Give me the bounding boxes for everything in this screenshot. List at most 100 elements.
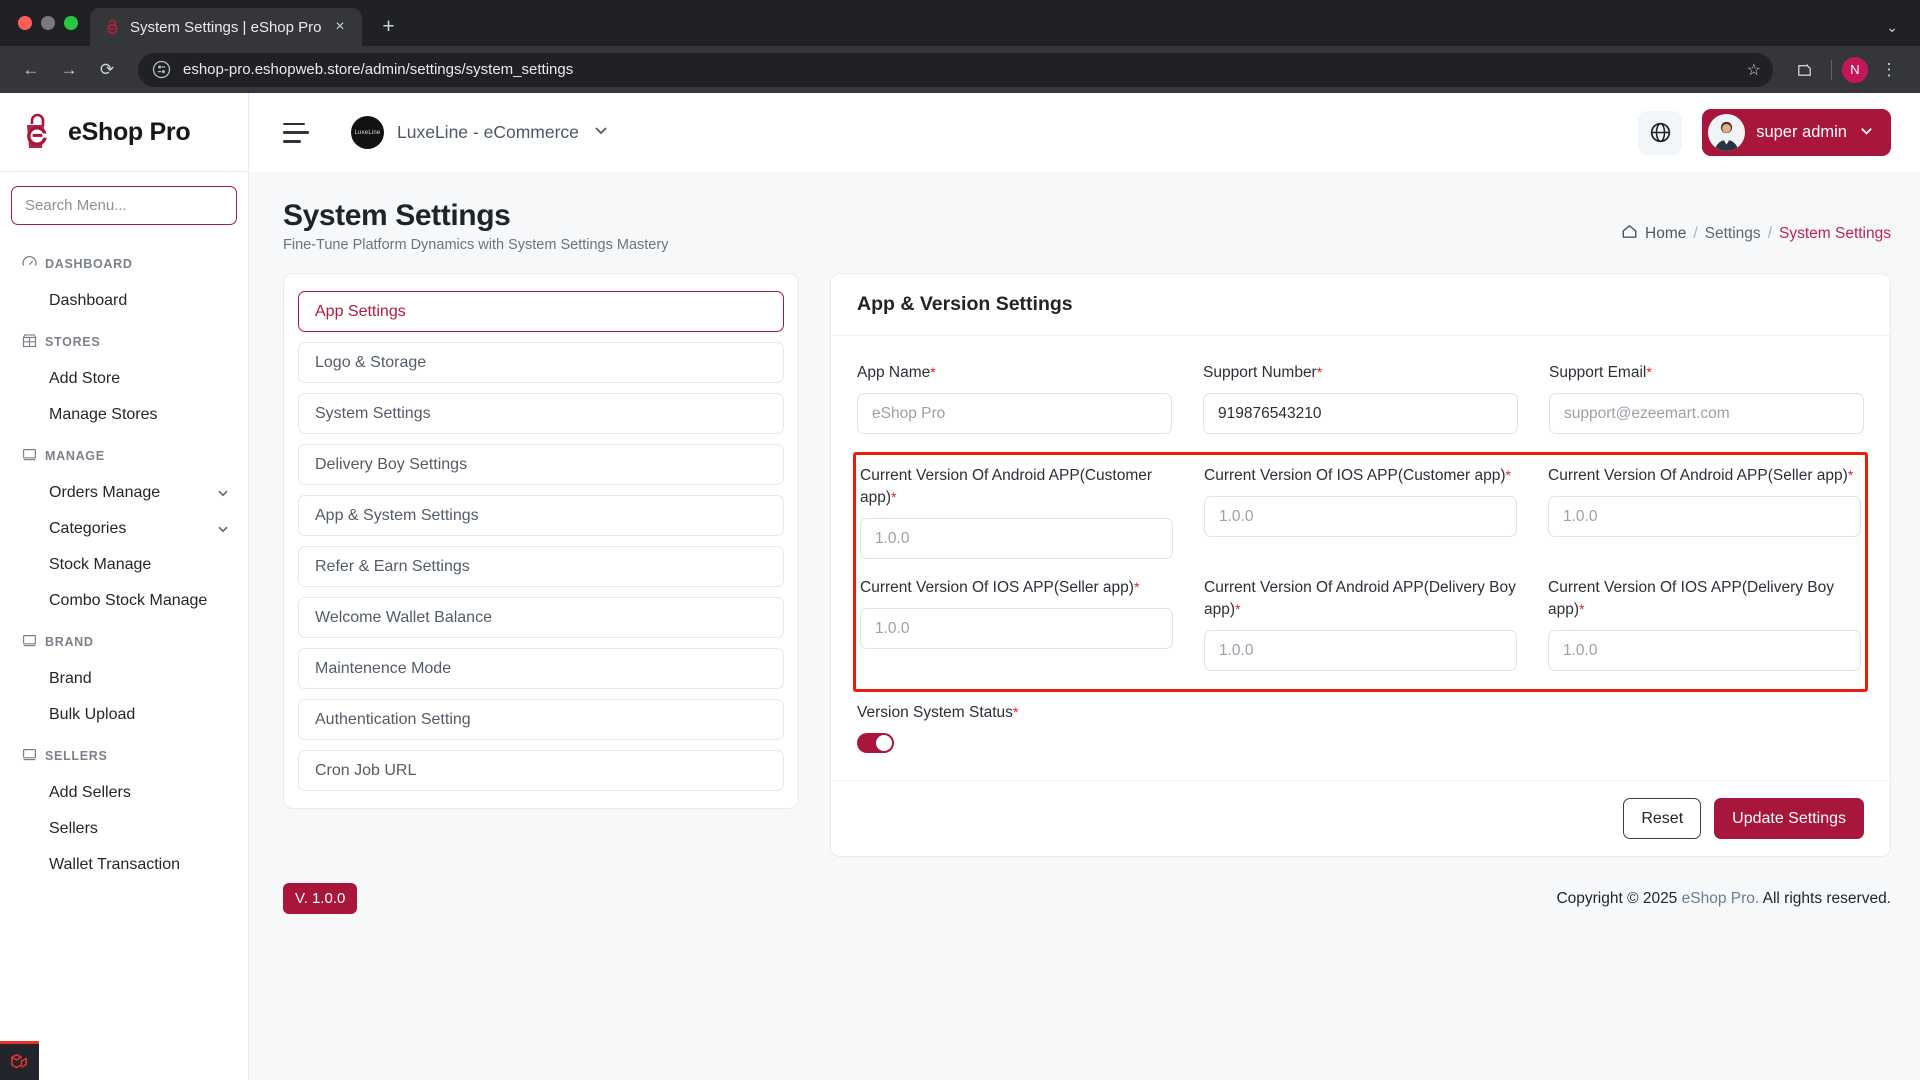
- laravel-debugbar-icon[interactable]: [0, 1041, 39, 1080]
- page-footer: V. 1.0.0 Copyright © 2025 eShop Pro. All…: [249, 857, 1920, 914]
- field-label: Current Version Of IOS APP(Delivery Boy …: [1548, 579, 1834, 618]
- search-input[interactable]: [11, 186, 237, 225]
- browser-tabstrip: System Settings | eShop Pro × + ⌄: [0, 0, 1920, 46]
- sidebar-section-stores: STORES: [0, 319, 248, 361]
- ios-customer-version-input[interactable]: [1204, 496, 1517, 537]
- browser-tab-title: System Settings | eShop Pro: [130, 18, 322, 36]
- sidebar-item-combo-stock-manage[interactable]: Combo Stock Manage: [0, 583, 248, 619]
- brand-header[interactable]: eShop Pro: [0, 93, 248, 172]
- sidebar-item-label: Sellers: [49, 820, 98, 837]
- android-seller-version-input[interactable]: [1548, 496, 1861, 537]
- form-card-title: App & Version Settings: [831, 274, 1890, 336]
- content-area: App Settings Logo & Storage System Setti…: [249, 253, 1920, 857]
- sidebar-toggle-icon[interactable]: [283, 122, 309, 143]
- sidebar-section-sellers: SELLERS: [0, 733, 248, 775]
- close-icon[interactable]: ×: [331, 18, 350, 37]
- tab-label: Maintenence Mode: [315, 659, 452, 677]
- required-mark: *: [1579, 601, 1585, 617]
- ios-seller-version-input[interactable]: [860, 608, 1173, 649]
- sidebar-item-add-store[interactable]: Add Store: [0, 361, 248, 397]
- sidebar-item-add-sellers[interactable]: Add Sellers: [0, 775, 248, 811]
- breadcrumb-separator: /: [1767, 225, 1772, 242]
- browser-menu-icon[interactable]: ⋮: [1872, 53, 1906, 87]
- sidebar-item-label: Manage Stores: [49, 406, 158, 423]
- copyright-link[interactable]: eShop Pro.: [1682, 890, 1760, 907]
- language-globe-icon[interactable]: [1638, 110, 1683, 155]
- maximize-window-button[interactable]: [64, 16, 78, 30]
- copyright-text: Copyright © 2025 eShop Pro. All rights r…: [1556, 890, 1891, 908]
- update-settings-button[interactable]: Update Settings: [1714, 798, 1864, 839]
- field-ios-delivery-version: Current Version Of IOS APP(Delivery Boy …: [1548, 577, 1861, 671]
- sidebar-item-label: Dashboard: [49, 292, 128, 309]
- sidebar-item-sellers[interactable]: Sellers: [0, 811, 248, 847]
- address-bar[interactable]: eshop-pro.eshopweb.store/admin/settings/…: [138, 52, 1773, 87]
- android-delivery-version-input[interactable]: [1204, 630, 1517, 671]
- extensions-icon[interactable]: [1787, 53, 1821, 87]
- sidebar-item-stock-manage[interactable]: Stock Manage: [0, 547, 248, 583]
- tab-cron-job-url[interactable]: Cron Job URL: [298, 750, 784, 791]
- tab-maintenence-mode[interactable]: Maintenence Mode: [298, 648, 784, 689]
- field-app-name: App Name*: [857, 362, 1172, 434]
- chevron-down-icon[interactable]: ⌄: [1886, 8, 1920, 46]
- tab-welcome-wallet-balance[interactable]: Welcome Wallet Balance: [298, 597, 784, 638]
- tab-delivery-boy-settings[interactable]: Delivery Boy Settings: [298, 444, 784, 485]
- close-window-button[interactable]: [18, 16, 32, 30]
- user-menu-button[interactable]: super admin: [1702, 109, 1891, 156]
- sidebar-item-label: Bulk Upload: [49, 706, 136, 723]
- tab-refer-earn-settings[interactable]: Refer & Earn Settings: [298, 546, 784, 587]
- field-label: Version System Status*: [857, 704, 1019, 721]
- form-actions: Reset Update Settings: [831, 780, 1890, 856]
- required-mark: *: [1316, 364, 1323, 380]
- reload-icon[interactable]: ⟳: [90, 53, 124, 87]
- breadcrumb-settings[interactable]: Settings: [1705, 225, 1761, 243]
- sidebar-item-manage-stores[interactable]: Manage Stores: [0, 397, 248, 433]
- store-selector[interactable]: LuxeLine LuxeLine - eCommerce: [351, 116, 610, 149]
- tab-label: App Settings: [315, 302, 406, 320]
- tab-app-settings[interactable]: App Settings: [298, 291, 784, 332]
- app-name-input[interactable]: [857, 393, 1172, 434]
- tab-app-system-settings[interactable]: App & System Settings: [298, 495, 784, 536]
- android-customer-version-input[interactable]: [860, 518, 1173, 559]
- forward-icon[interactable]: →: [52, 53, 86, 87]
- version-system-status-toggle[interactable]: [857, 733, 894, 753]
- browser-chrome: System Settings | eShop Pro × + ⌄ ← → ⟳ …: [0, 0, 1920, 93]
- tab-label: System Settings: [315, 404, 431, 422]
- sidebar-item-label: Orders Manage: [49, 484, 161, 501]
- minimize-window-button[interactable]: [41, 16, 55, 30]
- sidebar-item-dashboard[interactable]: Dashboard: [0, 283, 248, 319]
- breadcrumb-home[interactable]: Home: [1621, 223, 1686, 245]
- toolbar-divider: [1831, 59, 1832, 80]
- required-mark: *: [1847, 467, 1854, 483]
- tab-label: Cron Job URL: [315, 761, 417, 779]
- address-bar-url: eshop-pro.eshopweb.store/admin/settings/…: [183, 61, 574, 78]
- bookmark-star-icon[interactable]: ☆: [1747, 60, 1761, 80]
- support-number-input[interactable]: [1203, 393, 1518, 434]
- tab-logo-storage[interactable]: Logo & Storage: [298, 342, 784, 383]
- browser-profile-avatar[interactable]: N: [1842, 56, 1868, 83]
- back-icon[interactable]: ←: [14, 53, 48, 87]
- eshop-logo-icon: [20, 112, 58, 152]
- new-tab-button[interactable]: +: [372, 10, 406, 44]
- sidebar-item-wallet-transaction[interactable]: Wallet Transaction: [0, 847, 248, 883]
- site-settings-icon[interactable]: [152, 60, 171, 79]
- ios-delivery-version-input[interactable]: [1548, 630, 1861, 671]
- copyright-suffix: All rights reserved.: [1759, 889, 1891, 907]
- sidebar-item-categories[interactable]: Categories: [0, 511, 248, 547]
- sidebar-item-bulk-upload[interactable]: Bulk Upload: [0, 697, 248, 733]
- required-mark: *: [1235, 601, 1241, 617]
- app-version-settings-card: App & Version Settings App Name* Support…: [830, 273, 1891, 857]
- sidebar-item-brand[interactable]: Brand: [0, 661, 248, 697]
- chevron-down-icon: [1858, 122, 1875, 144]
- browser-tab[interactable]: System Settings | eShop Pro ×: [90, 8, 362, 46]
- field-label: Support Email*: [1549, 364, 1652, 381]
- tab-label: App & System Settings: [315, 506, 479, 524]
- reset-button[interactable]: Reset: [1623, 798, 1702, 839]
- support-email-input[interactable]: [1549, 393, 1864, 434]
- tab-system-settings[interactable]: System Settings: [298, 393, 784, 434]
- sidebar-item-orders-manage[interactable]: Orders Manage: [0, 475, 248, 511]
- home-icon: [1621, 223, 1638, 245]
- breadcrumb: Home / Settings / System Settings: [1621, 199, 1891, 245]
- tab-authentication-setting[interactable]: Authentication Setting: [298, 699, 784, 740]
- required-mark: *: [930, 364, 936, 380]
- field-ios-customer-version: Current Version Of IOS APP(Customer app)…: [1204, 465, 1517, 559]
